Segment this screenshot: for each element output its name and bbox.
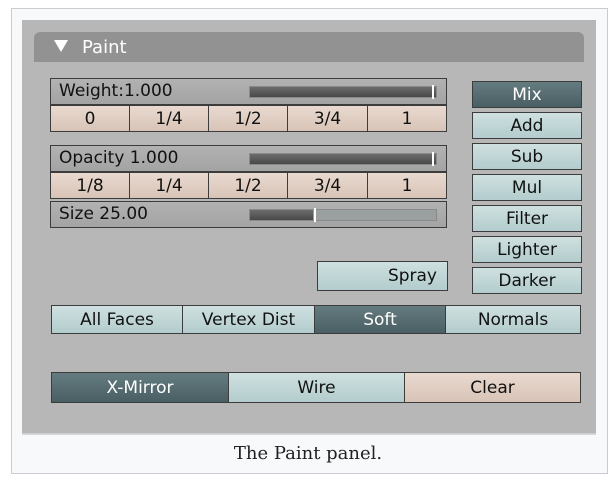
figure-caption: The Paint panel. <box>233 443 383 464</box>
x-mirror-toggle[interactable]: X-Mirror <box>51 372 229 403</box>
weight-slider[interactable]: Weight:1.000 <box>50 78 447 105</box>
size-label: Size 25.00 <box>59 204 148 224</box>
blend-mode-lighter[interactable]: Lighter <box>472 236 582 263</box>
option-soft[interactable]: Soft <box>314 305 446 334</box>
blend-mode-sub[interactable]: Sub <box>472 143 582 170</box>
opacity-preset-3-4[interactable]: 3/4 <box>287 172 368 199</box>
blend-mode-mul[interactable]: Mul <box>472 174 582 201</box>
panel-header[interactable]: Paint <box>34 32 584 62</box>
weight-preset-1-4[interactable]: 1/4 <box>129 105 209 132</box>
panel-title: Paint <box>82 37 127 58</box>
paint-panel: Paint Weight:1.000 0 1/4 1/2 3/4 1 Opaci… <box>22 20 596 434</box>
opacity-track[interactable] <box>249 152 437 166</box>
blend-mode-add[interactable]: Add <box>472 112 582 139</box>
opacity-preset-1-8[interactable]: 1/8 <box>50 172 130 199</box>
weight-preset-3-4[interactable]: 3/4 <box>287 105 368 132</box>
weight-fill <box>250 87 436 97</box>
option-normals[interactable]: Normals <box>445 305 581 334</box>
spray-toggle[interactable]: Spray <box>317 261 448 291</box>
opacity-slider[interactable]: Opacity 1.000 <box>50 145 447 172</box>
clear-button[interactable]: Clear <box>404 372 581 403</box>
weight-label: Weight:1.000 <box>59 81 173 101</box>
opacity-preset-1[interactable]: 1 <box>367 172 447 199</box>
opacity-knob[interactable] <box>432 152 434 166</box>
size-knob[interactable] <box>314 208 316 222</box>
size-track[interactable] <box>249 208 437 222</box>
option-vertex-dist[interactable]: Vertex Dist <box>182 305 315 334</box>
opacity-label: Opacity 1.000 <box>59 148 179 168</box>
caption-divider <box>22 434 596 435</box>
weight-preset-1[interactable]: 1 <box>367 105 447 132</box>
weight-track[interactable] <box>249 85 437 99</box>
opacity-preset-1-4[interactable]: 1/4 <box>129 172 209 199</box>
size-fill <box>250 210 314 220</box>
size-slider[interactable]: Size 25.00 <box>50 201 447 228</box>
opacity-preset-1-2[interactable]: 1/2 <box>208 172 288 199</box>
wire-toggle[interactable]: Wire <box>228 372 405 403</box>
blend-mode-mix[interactable]: Mix <box>472 81 582 108</box>
option-all-faces[interactable]: All Faces <box>51 305 183 334</box>
blend-mode-filter[interactable]: Filter <box>472 205 582 232</box>
opacity-fill <box>250 154 436 164</box>
weight-knob[interactable] <box>432 85 434 99</box>
blend-mode-darker[interactable]: Darker <box>472 267 582 294</box>
weight-preset-1-2[interactable]: 1/2 <box>208 105 288 132</box>
weight-preset-0[interactable]: 0 <box>50 105 130 132</box>
collapse-triangle-icon[interactable] <box>54 40 68 52</box>
